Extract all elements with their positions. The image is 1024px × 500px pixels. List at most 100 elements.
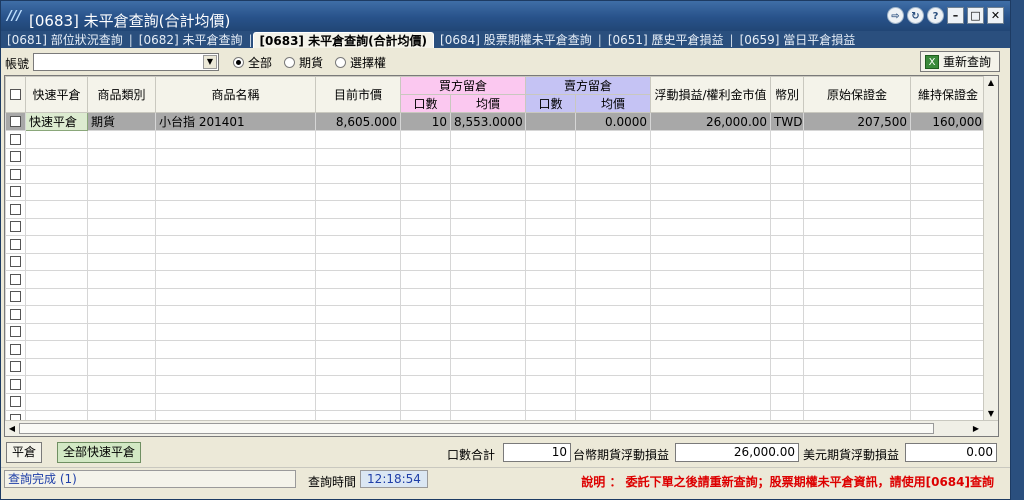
close-icon[interactable]: ✕ xyxy=(987,7,1004,24)
table-row[interactable] xyxy=(5,392,987,411)
header-select-all[interactable] xyxy=(5,76,26,113)
row-checkbox-cell[interactable] xyxy=(5,130,26,149)
refresh-icon[interactable]: ↻ xyxy=(907,7,924,24)
help-icon[interactable]: ? xyxy=(927,7,944,24)
tab-0684[interactable]: [0684] 股票期權未平倉查詢 xyxy=(434,32,598,48)
table-row[interactable] xyxy=(5,357,987,376)
scroll-down-icon[interactable]: ▼ xyxy=(984,407,998,421)
table-row[interactable] xyxy=(5,305,987,324)
tab-0659[interactable]: [0659] 當日平倉損益 xyxy=(734,32,862,48)
empty-cell xyxy=(400,252,451,271)
row-checkbox[interactable] xyxy=(10,291,21,303)
table-row[interactable] xyxy=(5,217,987,236)
row-checkbox[interactable] xyxy=(10,151,21,163)
header-quick-close[interactable]: 快速平倉 xyxy=(25,76,88,113)
table-row[interactable] xyxy=(5,322,987,341)
row-checkbox-cell[interactable] xyxy=(5,340,26,359)
table-row[interactable]: 快速平倉 期貨 小台指 201401 8,605.000 10 8,553.00… xyxy=(5,112,987,131)
row-checkbox-cell[interactable] xyxy=(5,322,26,341)
checkbox-select-all[interactable] xyxy=(10,89,21,100)
table-row[interactable] xyxy=(5,147,987,166)
row-checkbox[interactable] xyxy=(10,326,21,338)
radio-options[interactable]: 選擇權 xyxy=(335,54,386,71)
table-row[interactable] xyxy=(5,165,987,184)
row-checkbox[interactable] xyxy=(10,378,21,390)
header-maint-margin[interactable]: 維持保證金 xyxy=(910,76,987,113)
header-name[interactable]: 商品名稱 xyxy=(155,76,316,113)
close-all-quick-button[interactable]: 全部快速平倉 xyxy=(57,442,141,463)
table-row[interactable] xyxy=(5,270,987,289)
row-checkbox[interactable] xyxy=(10,308,21,320)
row-checkbox[interactable] xyxy=(10,396,21,408)
table-row[interactable] xyxy=(5,130,987,149)
maximize-icon[interactable]: □ xyxy=(967,7,984,24)
row-checkbox[interactable] xyxy=(10,133,21,145)
vertical-scrollbar[interactable]: ▲ ▼ xyxy=(983,76,998,421)
row-checkbox[interactable] xyxy=(10,343,21,355)
quick-close-button[interactable]: 快速平倉 xyxy=(25,112,88,131)
scroll-up-icon[interactable]: ▲ xyxy=(984,76,998,90)
scroll-left-icon[interactable]: ◀ xyxy=(6,422,18,435)
header-market-price[interactable]: 目前市價 xyxy=(315,76,401,113)
chevron-down-icon[interactable]: ▼ xyxy=(203,55,217,69)
tab-0683[interactable]: [0683] 未平倉查詢(合計均價) xyxy=(252,32,435,48)
horizontal-scrollbar[interactable]: ◀ ▶ xyxy=(5,420,998,436)
requery-button[interactable]: X 重新查詢 xyxy=(920,51,1000,72)
header-currency[interactable]: 幣別 xyxy=(770,76,805,113)
scroll-right-icon[interactable]: ▶ xyxy=(970,422,982,435)
header-buy-qty[interactable]: 口數 xyxy=(400,94,451,113)
row-checkbox-cell[interactable] xyxy=(5,270,26,289)
header-initial-margin[interactable]: 原始保證金 xyxy=(803,76,912,113)
table-row[interactable] xyxy=(5,182,987,201)
row-checkbox[interactable] xyxy=(10,116,21,127)
table-row[interactable] xyxy=(5,252,987,271)
table-row[interactable] xyxy=(5,287,987,306)
empty-cell xyxy=(25,217,88,236)
header-buy-avg[interactable]: 均價 xyxy=(449,94,527,113)
horizontal-scroll-thumb[interactable] xyxy=(19,423,934,434)
radio-futures[interactable]: 期貨 xyxy=(284,54,323,71)
row-checkbox[interactable] xyxy=(10,221,21,233)
row-checkbox-cell[interactable] xyxy=(5,165,26,184)
row-checkbox[interactable] xyxy=(10,203,21,215)
table-row[interactable] xyxy=(5,340,987,359)
table-row[interactable] xyxy=(5,235,987,254)
header-pnl[interactable]: 浮動損益/權利金市值 xyxy=(650,76,772,113)
header-category[interactable]: 商品類別 xyxy=(87,76,156,113)
tab-0682[interactable]: [0682] 未平倉查詢 xyxy=(133,32,249,48)
row-checkbox-cell[interactable] xyxy=(5,252,26,271)
title-bar[interactable]: /// [0683] 未平倉查詢(合計均價) ⇨ ↻ ? – □ ✕ xyxy=(1,1,1010,31)
tab-0681[interactable]: [0681] 部位狀況查詢 xyxy=(1,32,129,48)
row-checkbox-cell[interactable] xyxy=(5,217,26,236)
row-checkbox-cell[interactable] xyxy=(5,392,26,411)
header-sell-avg[interactable]: 均價 xyxy=(575,94,652,113)
radio-dot-options[interactable] xyxy=(335,57,347,68)
row-checkbox[interactable] xyxy=(10,361,21,373)
row-checkbox-cell[interactable] xyxy=(5,235,26,254)
radio-all[interactable]: 全部 xyxy=(233,54,272,71)
row-checkbox-cell[interactable] xyxy=(5,147,26,166)
row-checkbox[interactable] xyxy=(10,256,21,268)
row-checkbox-cell[interactable] xyxy=(5,305,26,324)
grid-body: 快速平倉 期貨 小台指 201401 8,605.000 10 8,553.00… xyxy=(5,112,987,429)
row-checkbox[interactable] xyxy=(10,273,21,285)
table-row[interactable] xyxy=(5,375,987,394)
row-checkbox-cell[interactable] xyxy=(5,287,26,306)
close-position-button[interactable]: 平倉 xyxy=(6,442,42,463)
row-checkbox-cell[interactable] xyxy=(5,182,26,201)
minimize-icon[interactable]: – xyxy=(947,7,964,24)
row-checkbox-cell[interactable] xyxy=(5,357,26,376)
row-checkbox[interactable] xyxy=(10,238,21,250)
table-row[interactable] xyxy=(5,200,987,219)
radio-dot-all[interactable] xyxy=(233,57,244,68)
export-icon[interactable]: ⇨ xyxy=(887,7,904,24)
row-checkbox[interactable] xyxy=(10,186,21,198)
radio-dot-futures[interactable] xyxy=(284,57,296,68)
row-checkbox-cell[interactable] xyxy=(5,112,26,131)
tab-0651[interactable]: [0651] 歷史平倉損益 xyxy=(602,32,730,48)
row-checkbox-cell[interactable] xyxy=(5,200,26,219)
account-select[interactable]: ▼ xyxy=(33,53,219,71)
row-checkbox-cell[interactable] xyxy=(5,375,26,394)
row-checkbox[interactable] xyxy=(10,168,21,180)
header-sell-qty[interactable]: 口數 xyxy=(525,94,577,113)
